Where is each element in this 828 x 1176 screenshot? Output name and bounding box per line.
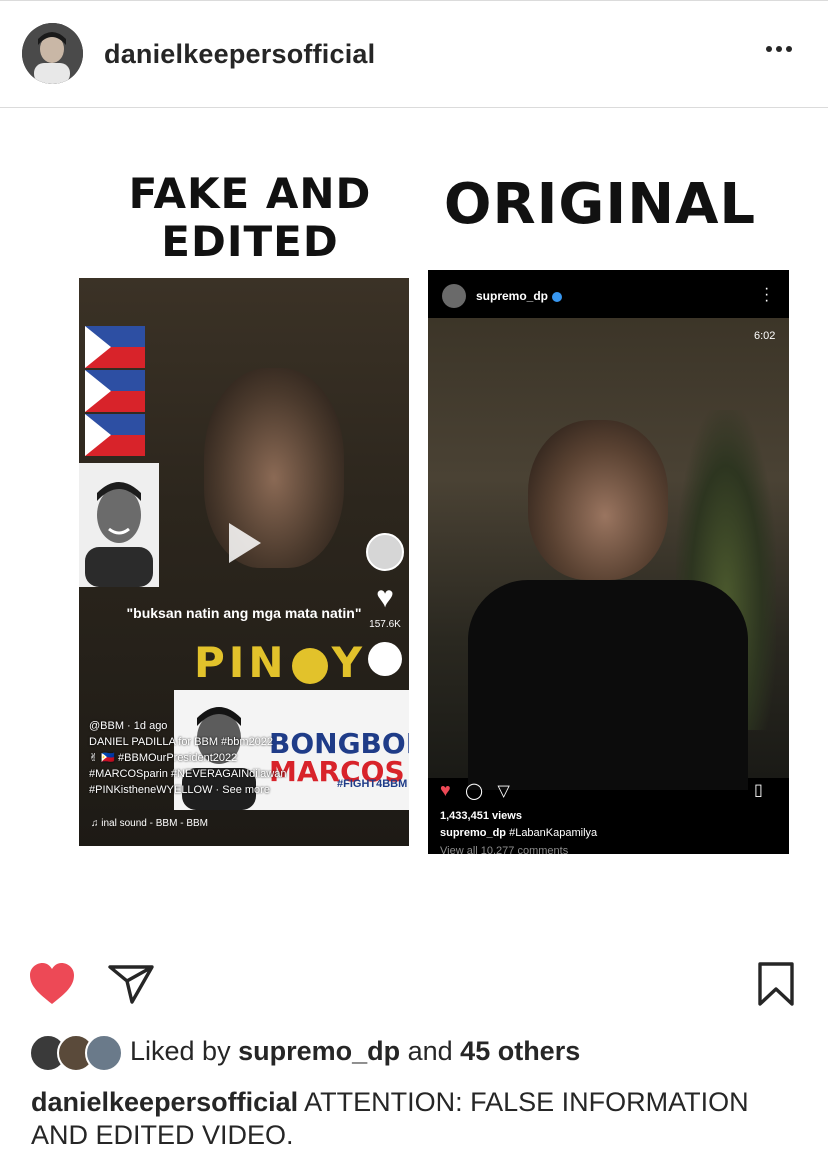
fight-hashtag: #FIGHT4BBM — [337, 778, 408, 790]
more-vertical-icon: · · · — [764, 280, 770, 309]
ph-flag-icon — [85, 414, 145, 456]
comment-icon[interactable] — [368, 642, 402, 676]
caption-username[interactable]: danielkeepersofficial — [31, 1087, 298, 1117]
ph-flag-icon — [85, 370, 145, 412]
original-shirt — [468, 580, 748, 790]
video-time: 6:02 — [754, 330, 776, 342]
heart-filled-icon: ♥ — [440, 780, 451, 800]
original-face — [528, 420, 668, 580]
original-views: 1,433,451 views — [440, 810, 522, 822]
play-icon[interactable] — [229, 523, 261, 563]
original-header: supremo_dp · · · — [428, 270, 789, 318]
tiktok-like-count: 157.6K — [369, 619, 401, 630]
more-horizontal-icon[interactable] — [766, 39, 798, 52]
overlay-quote: "buksan natin ang mga mata natin" — [126, 605, 362, 621]
heart-filled-icon[interactable] — [28, 962, 76, 1006]
verified-icon — [552, 291, 563, 302]
post-caption: danielkeepersofficial ATTENTION: FALSE I… — [31, 1086, 801, 1152]
bookmark-icon[interactable] — [757, 962, 795, 1006]
original-title: ORIGINAL — [443, 172, 757, 237]
fake-title-line2: EDITED — [161, 217, 339, 266]
comment-icon: ◯ — [465, 783, 484, 800]
profile-avatar[interactable] — [22, 23, 83, 84]
post-header: danielkeepersofficial — [0, 1, 828, 108]
fake-screenshot: "buksan natin ang mga mata natin" PIN Y ♥… — [79, 278, 409, 846]
tiktok-side-actions: ♥ 157.6K — [365, 533, 405, 686]
send-icon: ▽ — [497, 783, 510, 800]
send-icon[interactable] — [108, 964, 154, 1004]
sun-icon — [291, 647, 328, 684]
fake-title-line1: FAKE AND — [128, 169, 372, 218]
bookmark-icon: ▯ — [754, 782, 763, 799]
liked-by-text[interactable]: Liked by supremo_dp and 45 others — [130, 1036, 580, 1067]
heart-icon[interactable]: ♥ — [368, 581, 402, 615]
others-count[interactable]: 45 others — [460, 1036, 580, 1066]
original-caption: supremo_dp #LabanKapamilya — [440, 827, 598, 839]
pinoy-text: PIN Y — [194, 638, 366, 687]
tiktok-sound: ♫ inal sound - BBM - BBM — [91, 818, 208, 829]
fake-title: FAKE AND EDITED — [100, 170, 400, 266]
liker-username[interactable]: supremo_dp — [238, 1036, 400, 1066]
tiktok-caption: @BBM · 1d ago DANIEL PADILLA for BBM #bb… — [89, 720, 287, 796]
original-comments: View all 10,277 comments — [440, 845, 569, 854]
original-username: supremo_dp — [476, 289, 563, 303]
post-username[interactable]: danielkeepersofficial — [104, 39, 375, 70]
tiktok-avatar-icon[interactable] — [366, 533, 404, 571]
original-avatar — [442, 284, 466, 308]
ph-flag-icon — [85, 326, 145, 368]
original-screenshot: supremo_dp · · · 6:02 ♥ ◯ ▽ ▯ 1,433,451 vi… — [428, 270, 789, 854]
bbm-portrait — [79, 463, 159, 587]
liker-avatar[interactable] — [85, 1034, 123, 1072]
original-actions: ♥ ◯ ▽ — [440, 780, 780, 810]
edited-video-face — [204, 368, 344, 568]
